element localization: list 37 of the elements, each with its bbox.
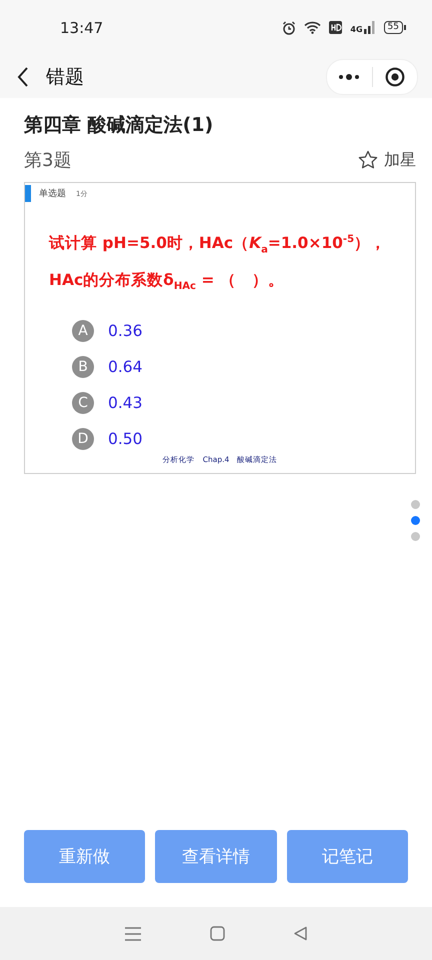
action-button[interactable]: 记笔记 (286, 830, 408, 883)
chapter-title: 第四章 酸碱滴定法(1) (24, 113, 214, 138)
action-button[interactable]: 重新做 (24, 830, 146, 883)
home-icon[interactable] (210, 926, 225, 941)
question-number: 第3题 (24, 149, 72, 172)
question-text: HAc的分布系数δ$_{HAc}$ = （ ）。 (49, 270, 285, 294)
question-type: 单选题 (39, 188, 66, 200)
star-button[interactable]: 加星 (358, 150, 416, 170)
page-dot[interactable] (411, 500, 420, 509)
tag-marker (25, 185, 31, 202)
back-icon (16, 66, 30, 88)
option-text[interactable]: 0.64 (108, 358, 143, 376)
wifi-icon (304, 21, 322, 34)
option-text[interactable]: 0.36 (108, 322, 143, 340)
star-icon (358, 150, 378, 170)
hd-icon (329, 21, 342, 34)
more-icon (338, 74, 360, 80)
option-text[interactable]: 0.43 (108, 394, 143, 412)
page-dot[interactable] (411, 516, 420, 525)
option-letter[interactable]: D (72, 428, 94, 450)
action-button[interactable]: 查看详情 (155, 830, 277, 883)
network-label: 4G (350, 26, 363, 34)
option-letter[interactable]: C (72, 392, 94, 414)
page-title: 错题 (46, 64, 85, 90)
menu-icon[interactable] (124, 926, 142, 940)
option-letter[interactable]: A (72, 320, 94, 342)
battery-icon: 55 (384, 21, 406, 34)
option-letter[interactable]: B (72, 356, 94, 378)
signal-icon (364, 21, 376, 34)
option-text[interactable]: 0.50 (108, 430, 143, 448)
page-dot[interactable] (411, 532, 420, 541)
back-button[interactable] (16, 66, 30, 88)
clock-time: 13:47 (60, 18, 104, 36)
question-text: 试计算 pH=5.0时，HAc（K$_{a}$=1.0×10$^{-5}$）， (49, 233, 388, 258)
back-icon[interactable] (293, 926, 308, 941)
record-icon (384, 66, 405, 86)
alarm-icon (282, 20, 296, 34)
